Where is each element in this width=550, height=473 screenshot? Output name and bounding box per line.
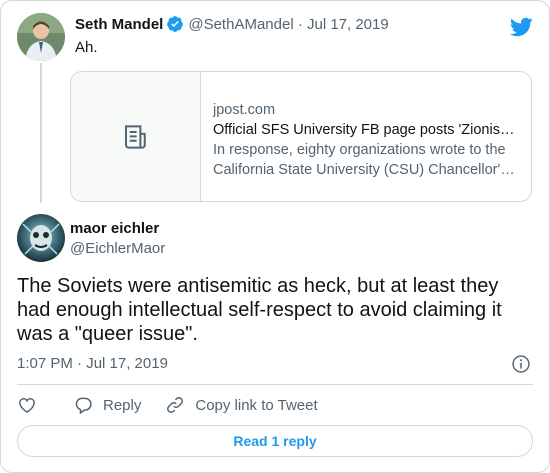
link-domain: jpost.com — [213, 102, 276, 118]
info-icon[interactable] — [511, 354, 531, 374]
read-replies-button[interactable]: Read 1 reply — [17, 425, 533, 457]
article-icon — [124, 124, 146, 149]
link-title: Official SFS University FB page posts 'Z… — [213, 122, 519, 138]
parent-author-avatar[interactable] — [17, 13, 65, 61]
parent-author-name[interactable]: Seth Mandel — [75, 16, 163, 33]
copy-link-label: Copy link to Tweet — [195, 396, 318, 414]
main-author-name[interactable]: maor eichler — [70, 220, 159, 237]
verified-badge-icon — [167, 16, 184, 32]
main-author-avatar[interactable] — [17, 214, 65, 262]
thread-connector-line — [40, 63, 42, 203]
main-author-handle[interactable]: @EichlerMaor — [70, 240, 165, 257]
tweet-timestamp[interactable]: 1:07 PM · Jul 17, 2019 — [17, 355, 168, 372]
tweet-actions-bar: Reply Copy link to Tweet — [17, 395, 318, 415]
embedded-tweet-card: Seth Mandel @SethAMandel · Jul 17, 2019 … — [0, 0, 550, 473]
heart-icon — [19, 398, 35, 413]
like-button[interactable] — [17, 395, 37, 415]
parent-tweet-header: Seth Mandel @SethAMandel · Jul 17, 2019 — [75, 15, 389, 33]
parent-tweet-text: Ah. — [75, 39, 98, 56]
link-preview-card[interactable]: jpost.com Official SFS University FB pag… — [70, 71, 532, 202]
link-icon — [167, 397, 184, 413]
main-tweet-text: The Soviets were antisemitic as heck, bu… — [17, 275, 502, 345]
twitter-bird-icon[interactable] — [509, 15, 533, 39]
reply-bubble-icon — [75, 397, 92, 415]
link-thumbnail — [71, 72, 201, 201]
copy-link-button[interactable]: Copy link to Tweet — [165, 395, 318, 415]
actions-divider — [17, 384, 533, 385]
parent-handle-date[interactable]: @SethAMandel · Jul 17, 2019 — [188, 16, 388, 33]
reply-button[interactable]: Reply — [73, 395, 141, 415]
link-description: In response, eighty organizations wrote … — [213, 142, 508, 178]
reply-label: Reply — [103, 396, 142, 414]
